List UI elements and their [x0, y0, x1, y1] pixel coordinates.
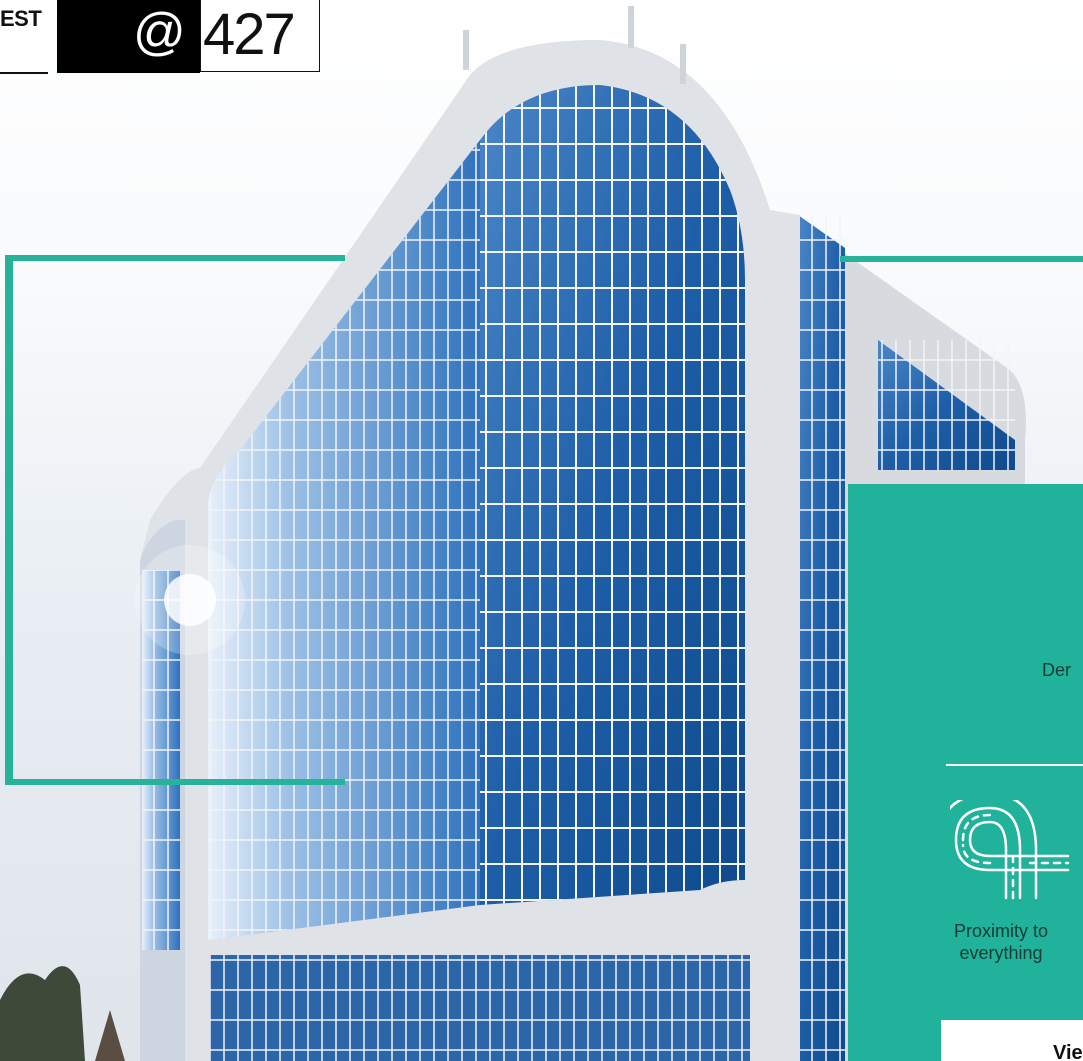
road-interchange-icon — [950, 800, 1070, 900]
logo-number: 427 — [203, 2, 296, 67]
info-panel — [848, 484, 1083, 1061]
teal-frame-right — [840, 256, 1083, 262]
logo-left-text: EST — [0, 6, 42, 31]
logo-left-block: EST — [0, 0, 48, 74]
panel-text-partial: Der — [1042, 660, 1072, 680]
view-button-label: Vie — [1053, 1042, 1083, 1061]
view-button[interactable]: Vie — [941, 1020, 1083, 1061]
panel-divider — [946, 764, 1083, 766]
hero-stage: EST @ 427 Der Proximity to everything Vi… — [0, 0, 1083, 1061]
panel-feature-text: Proximity to everything — [953, 921, 1049, 963]
teal-frame-left — [5, 255, 345, 785]
logo-at-symbol: @ — [133, 3, 186, 61]
